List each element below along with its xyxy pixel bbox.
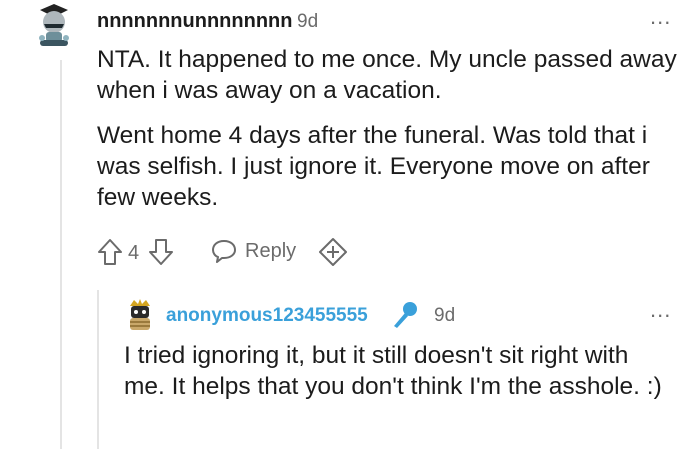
reply-text: I tried ignoring it, but it still doesn'… [124,342,662,400]
reply-button[interactable]: Reply [211,238,296,264]
comment-paragraph: Went home 4 days after the funeral. Was … [97,122,650,211]
avatar[interactable] [124,298,156,332]
comment-paragraph: NTA. It happened to me once. My uncle pa… [97,46,677,104]
more-icon[interactable]: ... [650,6,671,28]
reply-timestamp: 9d [434,305,456,326]
avatar[interactable] [30,2,78,50]
comment-timestamp: 9d [297,11,319,32]
thread-line[interactable] [97,290,99,449]
vote-count: 4 [128,242,140,264]
more-icon[interactable]: ... [650,299,671,321]
chat-bubble-icon [211,238,237,264]
microphone-icon [390,300,420,330]
reply-username[interactable]: anonymous123455555 [166,305,368,327]
comment-username[interactable]: nnnnnnnunnnnnnnn [97,10,292,33]
reply-label: Reply [245,239,297,262]
thread-line[interactable] [60,60,62,449]
award-icon[interactable] [318,237,348,267]
downvote-icon[interactable] [148,238,174,266]
upvote-icon[interactable] [97,238,123,266]
